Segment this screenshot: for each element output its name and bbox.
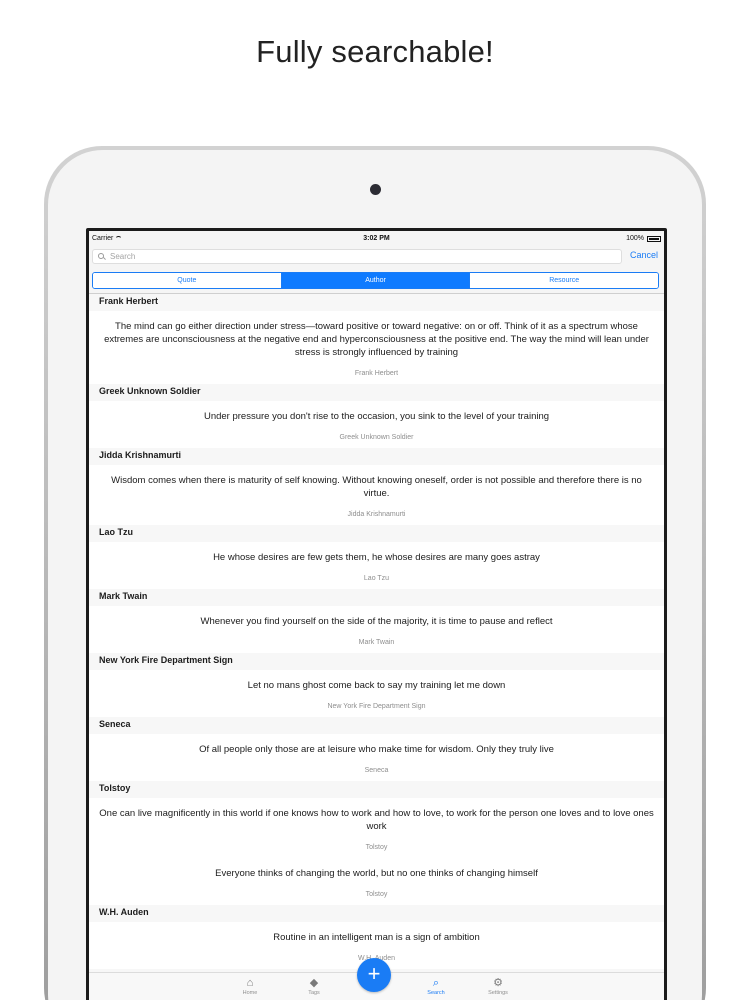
battery-percent: 100% [626, 235, 644, 242]
segment-quote[interactable]: Quote [93, 273, 282, 288]
section-header: Frank Herbert [89, 294, 664, 311]
tag-icon: ◆ [309, 977, 319, 989]
camera-icon [370, 184, 381, 195]
tab-label: Tags [308, 990, 320, 996]
tab-label: Search [427, 990, 445, 996]
quote-source: Tolstoy [365, 891, 388, 898]
quote-source: Lao Tzu [363, 575, 390, 582]
section-header: New York Fire Department Sign [89, 653, 664, 670]
quote-text: He whose desires are few gets them, he w… [213, 552, 540, 563]
quote-text: Under pressure you don't rise to the occ… [203, 411, 550, 422]
quote-cell[interactable]: One can live magnificently in this world… [89, 798, 664, 858]
home-icon: ⌂ [246, 977, 254, 989]
app-screen: Carrier 3:02 PM 100% Cancel QuoteAuthorR… [89, 231, 664, 1000]
quote-cell[interactable]: Wisdom comes when there is maturity of s… [89, 465, 664, 525]
quote-cell[interactable]: The mind can go either direction under s… [89, 311, 664, 384]
battery-status: 100% [626, 235, 661, 242]
section-header: Lao Tzu [89, 525, 664, 542]
section-header: W.H. Auden [89, 905, 664, 922]
tab-search[interactable]: ⌕ Search [416, 976, 456, 996]
quote-source: Frank Herbert [354, 370, 399, 377]
section-header: Mark Twain [89, 589, 664, 606]
battery-icon [647, 235, 661, 242]
segment-resource[interactable]: Resource [470, 273, 658, 288]
quote-text: The mind can go either direction under s… [104, 321, 649, 358]
quote-cell[interactable]: Under pressure you don't rise to the occ… [89, 401, 664, 448]
cancel-button[interactable]: Cancel [630, 250, 658, 260]
segment-author[interactable]: Author [281, 273, 471, 288]
add-quote-button[interactable]: + [357, 958, 391, 992]
quote-cell[interactable]: Whenever you find yourself on the side o… [89, 606, 664, 653]
quote-cell[interactable]: Of all people only those are at leisure … [89, 734, 664, 781]
headline: Fully searchable! [256, 34, 494, 69]
quote-text: One can live magnificently in this world… [99, 808, 654, 832]
search-field[interactable] [92, 249, 622, 264]
tab-settings[interactable]: ⚙ Settings [478, 976, 518, 996]
tab-label: Home [242, 990, 258, 996]
quote-source: Seneca [364, 767, 389, 774]
quote-text: Whenever you find yourself on the side o… [200, 616, 553, 627]
section-header: Jidda Krishnamurti [89, 448, 664, 465]
search-icon [98, 253, 105, 260]
section-header: Tolstoy [89, 781, 664, 798]
quote-source: Mark Twain [358, 639, 395, 646]
quote-cell[interactable]: Everyone thinks of changing the world, b… [89, 858, 664, 905]
section-header: Greek Unknown Soldier [89, 384, 664, 401]
quote-text: Everyone thinks of changing the world, b… [215, 868, 538, 879]
quote-source: Tolstoy [365, 844, 388, 851]
quote-text: Let no mans ghost come back to say my tr… [247, 680, 506, 691]
tab-tags[interactable]: ◆ Tags [294, 976, 334, 996]
search-header: Cancel QuoteAuthorResource [89, 247, 664, 294]
quote-source: Jidda Krishnamurti [347, 511, 406, 518]
search-input[interactable] [110, 252, 610, 261]
tab-home[interactable]: ⌂ Home [230, 976, 270, 996]
status-bar: Carrier 3:02 PM 100% [89, 231, 664, 247]
quote-source: Greek Unknown Soldier [339, 434, 414, 441]
section-header: Seneca [89, 717, 664, 734]
quote-text: Routine in an intelligent man is a sign … [273, 932, 480, 943]
tab-label: Settings [488, 990, 508, 996]
quote-list[interactable]: Frank Herbert The mind can go either dire… [89, 294, 664, 972]
quote-source: New York Fire Department Sign [327, 703, 426, 710]
quote-cell[interactable]: Let no mans ghost come back to say my tr… [89, 670, 664, 717]
quote-text: Wisdom comes when there is maturity of s… [111, 475, 642, 499]
status-time: 3:02 PM [363, 235, 390, 242]
search-scope-control: Quote Author Resource [92, 272, 659, 289]
quote-text: Of all people only those are at leisure … [199, 744, 554, 755]
search-icon: ⌕ [432, 977, 440, 989]
quote-cell[interactable]: He whose desires are few gets them, he w… [89, 542, 664, 589]
gear-icon: ⚙ [493, 977, 503, 989]
